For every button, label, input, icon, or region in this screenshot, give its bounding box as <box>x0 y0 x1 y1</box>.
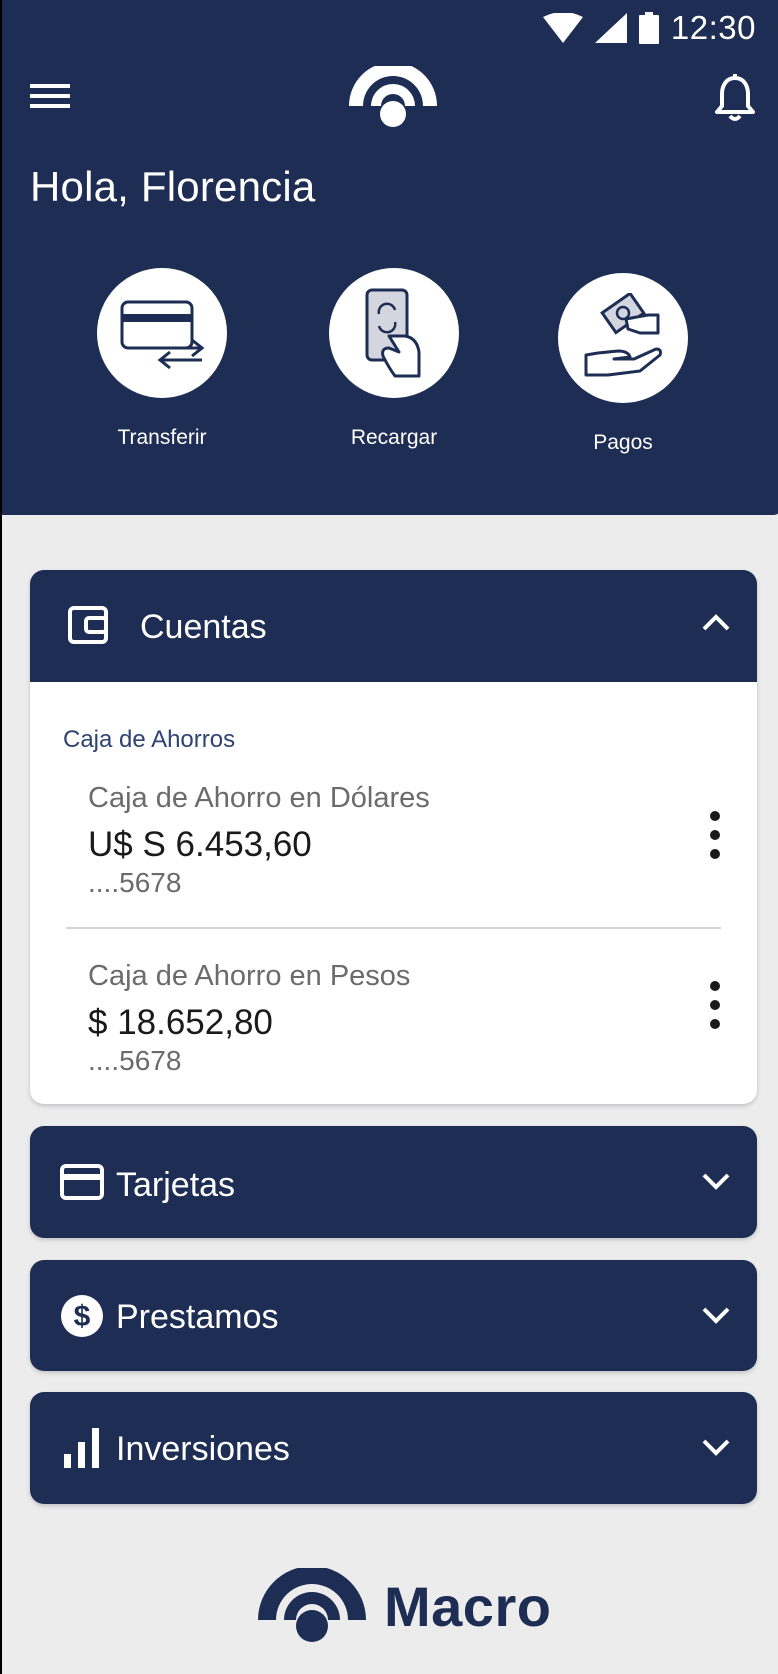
account-number: ....5678 <box>88 1045 182 1076</box>
account-balance: U$ S 6.453,60 <box>88 825 312 864</box>
prestamos-panel[interactable]: $ Prestamos <box>30 1260 757 1371</box>
battery-icon <box>638 12 659 44</box>
greeting: Hola, Florencia <box>30 163 316 210</box>
more-options-icon[interactable] <box>703 980 727 1030</box>
chevron-down-icon <box>702 1307 730 1324</box>
recargar-circle <box>329 268 459 398</box>
svg-text:$: $ <box>74 1300 91 1333</box>
wifi-icon <box>542 13 583 43</box>
status-time: 12:30 <box>670 9 756 46</box>
inversiones-title: Inversiones <box>116 1430 290 1468</box>
menu-button[interactable] <box>28 78 72 114</box>
cuentas-panel-body: Caja de Ahorros Caja de Ahorro en Dólare… <box>30 682 757 1104</box>
divider <box>66 927 721 929</box>
app-screen: 12:30 Hola, Florencia Transferir Recarga… <box>0 0 778 1674</box>
chevron-down-icon <box>702 1173 730 1190</box>
account-name: Caja de Ahorro en Pesos <box>88 960 411 992</box>
brand-footer: Macro <box>254 1568 551 1644</box>
pagos-action[interactable]: Pagos <box>543 273 703 455</box>
cuentas-panel-header[interactable]: Cuentas <box>30 570 757 682</box>
chevron-down-icon <box>702 1439 730 1456</box>
pagos-circle <box>558 273 688 403</box>
section-label: Caja de Ahorros <box>63 726 236 753</box>
account-number: ....5678 <box>88 867 182 898</box>
hand-payment-icon <box>584 293 662 377</box>
phone-recharge-icon <box>365 288 421 378</box>
brand-name: Macro <box>384 1574 552 1638</box>
status-bar: 12:30 <box>542 8 756 48</box>
account-item[interactable]: Caja de Ahorro en Pesos $ 18.652,80 ....… <box>88 960 410 1077</box>
transferir-action[interactable]: Transferir <box>82 268 242 450</box>
notifications-button[interactable] <box>714 74 756 122</box>
pagos-label: Pagos <box>593 431 653 454</box>
transferir-label: Transferir <box>117 426 207 449</box>
macro-logo-icon <box>345 62 441 130</box>
dollar-circle-icon: $ <box>61 1295 103 1337</box>
tarjetas-title: Tarjetas <box>116 1166 236 1204</box>
inversiones-panel[interactable]: Inversiones <box>30 1392 757 1504</box>
transferir-circle <box>97 268 227 398</box>
account-name: Caja de Ahorro en Dólares <box>88 782 430 814</box>
bar-chart-icon <box>64 1428 99 1468</box>
account-balance: $ 18.652,80 <box>88 1003 273 1042</box>
prestamos-title: Prestamos <box>116 1298 279 1336</box>
chevron-up-icon <box>702 614 730 631</box>
more-options-icon[interactable] <box>703 810 727 860</box>
header: 12:30 Hola, Florencia Transferir Recarga… <box>2 0 778 515</box>
hamburger-icon <box>30 84 70 108</box>
card-transfer-icon <box>120 300 204 370</box>
account-item[interactable]: Caja de Ahorro en Dólares U$ S 6.453,60 … <box>88 782 430 899</box>
credit-card-icon <box>60 1164 104 1200</box>
cuentas-title: Cuentas <box>140 608 267 646</box>
signal-icon <box>594 13 627 43</box>
macro-logo-icon <box>258 1568 366 1642</box>
tarjetas-panel[interactable]: Tarjetas <box>30 1126 757 1238</box>
bell-icon <box>715 74 755 121</box>
wallet-icon <box>68 606 108 644</box>
recargar-label: Recargar <box>350 426 438 449</box>
recargar-action[interactable]: Recargar <box>314 268 474 450</box>
